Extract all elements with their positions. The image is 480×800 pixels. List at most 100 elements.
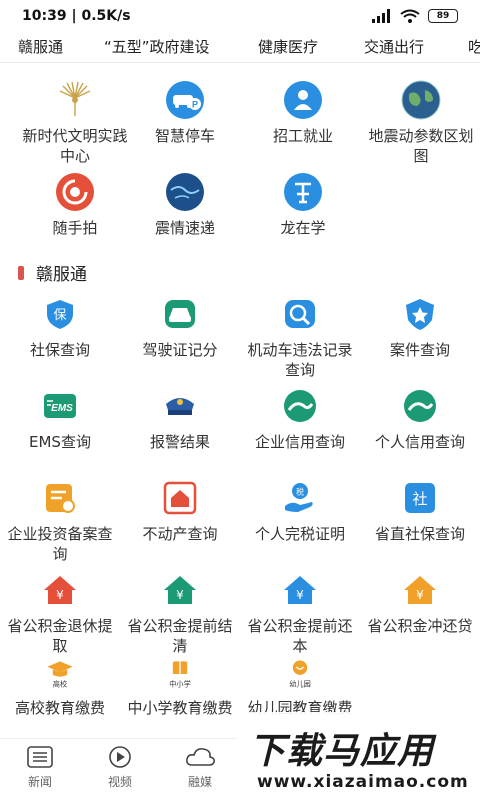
nav-label: 视频 [107,775,132,789]
service-case-query[interactable]: 案件查询 [360,294,480,360]
service-school-fee[interactable]: 中小学 中小学教育缴费 [120,656,240,718]
svg-text:¥: ¥ [296,588,304,602]
svg-text:税: 税 [296,487,304,497]
service-real-estate[interactable]: 不动产查询 [120,478,240,544]
person-badge-icon [284,81,322,119]
watermark-title: 下载马应用 [249,731,435,772]
service-alarm-result[interactable]: 报警结果 [120,386,240,452]
service-longzaixue[interactable]: 龙在学 [243,172,363,238]
shield-insurance-icon: 保 [47,300,73,329]
tab-eat[interactable]: 吃 [468,36,480,57]
svg-text:高校: 高校 [53,680,67,689]
service-label: 省公积金提前还本 [247,617,353,655]
status-time: 10:39 [22,8,67,24]
service-enterprise-credit[interactable]: 企业信用查询 [240,386,360,452]
section-accent-bar [18,265,24,280]
graduation-cap-icon: 高校 [47,661,73,689]
watermark-url: www.xiazaimao.com [257,772,469,792]
tab-wuxing[interactable]: “五型”政府建设 [104,36,210,57]
service-label: 招工就业 [272,127,333,145]
service-label: 社保查询 [29,341,90,359]
peacock-emblem-icon [59,81,91,116]
service-ems[interactable]: EMS EMS查询 [0,386,120,452]
svg-text:EMS: EMS [51,403,73,414]
social-security-icon: 社 [405,483,435,513]
service-smart-parking[interactable]: P 智慧停车 [125,80,245,146]
book-icon: 中小学 [169,661,191,689]
battery-icon: 89 [428,9,458,23]
credit-wave-icon [284,390,316,422]
fund-house-icon: ¥ [164,576,196,604]
svg-text:¥: ¥ [416,588,424,602]
service-label: 龙在学 [280,219,326,237]
service-label: 报警结果 [149,433,210,451]
svg-text:P: P [192,100,198,110]
tab-health[interactable]: 健康医疗 [258,36,318,57]
news-list-icon [27,746,53,768]
service-employment[interactable]: 招工就业 [243,80,363,146]
service-fund-early-repay[interactable]: ¥ 省公积金提前还本 [240,570,360,656]
kindergarten-icon: 幼儿园 [289,660,311,689]
service-label: 省公积金冲还贷 [367,617,473,635]
fund-house-icon: ¥ [284,576,316,604]
status-bar: 10:39 | 0.5K/s 89 [0,0,480,32]
service-label: 机动车违法记录查询 [247,341,353,379]
cloud-icon [186,748,215,766]
section-title-text: 赣服通 [36,265,87,285]
service-provincial-social-security[interactable]: 社 省直社保查询 [360,478,480,544]
tab-traffic[interactable]: 交通出行 [364,36,424,57]
service-civilization-center[interactable]: 新时代文明实践中心 [15,80,135,166]
ems-icon: EMS [44,394,76,418]
service-quake-news[interactable]: 震情速递 [125,172,245,238]
service-kindergarten-fee[interactable]: 幼儿园 幼儿园教育缴费 [240,656,360,718]
service-label: 不动产查询 [142,525,218,543]
status-left: 10:39 | 0.5K/s [22,8,131,24]
nav-label: 融媒 [187,775,212,789]
svg-text:¥: ¥ [176,588,184,602]
parking-car-icon: P [166,81,204,119]
tabs-divider [0,62,480,63]
car-icon [165,300,195,328]
service-label: 企业信用查询 [254,433,345,451]
service-college-fee[interactable]: 高校 高校教育缴费 [0,656,120,718]
service-fund-early-settle[interactable]: ¥ 省公积金提前结清 [120,570,240,656]
service-social-insurance[interactable]: 保 社保查询 [0,294,120,360]
service-label: 个人信用查询 [374,433,465,451]
service-label: 地震动参数区划图 [368,127,474,165]
tab-gft[interactable]: 赣服通 [18,36,63,57]
service-vehicle-violation[interactable]: 机动车违法记录查询 [240,294,360,380]
service-label: 中小学教育缴费 [127,699,233,717]
wifi-icon [400,9,420,23]
nav-label: 新闻 [27,775,52,789]
service-label: 新时代文明实践中心 [22,127,128,165]
service-license-points[interactable]: 驾驶证记分 [120,294,240,360]
service-label: EMS查询 [29,433,91,451]
section-title-gft: 赣服通 [18,260,87,285]
svg-text:保: 保 [53,308,66,323]
service-fund-retire-withdraw[interactable]: ¥ 省公积金退休提取 [0,570,120,656]
service-label: 省公积金退休提取 [7,617,113,655]
service-investment-filing[interactable]: 企业投资备案查询 [0,478,120,564]
service-label: 智慧停车 [154,127,215,145]
credit-wave-icon [404,390,436,422]
fund-house-icon: ¥ [44,576,76,604]
service-label: 企业投资备案查询 [7,525,113,563]
document-coin-icon [46,484,75,513]
service-label: 驾驶证记分 [142,341,218,359]
service-personal-credit[interactable]: 个人信用查询 [360,386,480,452]
nav-media[interactable]: 融媒 [170,745,230,790]
signal-icon [372,9,390,23]
watermark-overlay: 下载马应用 www.xiazaimao.com [237,712,480,800]
service-snapshot[interactable]: 随手拍 [15,172,135,238]
video-play-icon [109,746,131,768]
service-tax-certificate[interactable]: 税 个人完税证明 [240,478,360,544]
police-badge-icon [406,299,434,330]
service-label: 高校教育缴费 [14,699,105,717]
service-seismic-map[interactable]: 地震动参数区划图 [361,80,480,166]
service-fund-offset-loan[interactable]: ¥ 省公积金冲还贷 [360,570,480,636]
nav-news[interactable]: 新闻 [10,745,70,790]
svg-text:中小学: 中小学 [169,680,191,689]
nav-video[interactable]: 视频 [90,745,150,790]
service-label: 随手拍 [52,219,98,237]
learn-char-icon [284,173,322,211]
